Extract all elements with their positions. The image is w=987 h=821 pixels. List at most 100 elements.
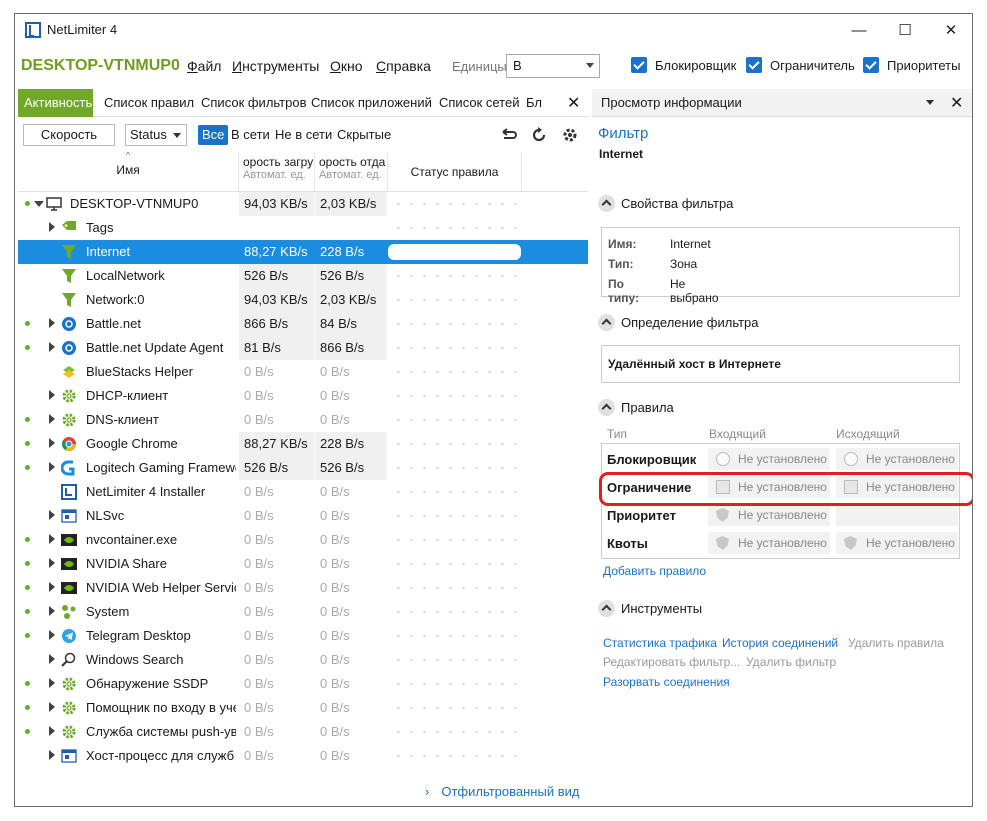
online-dot-icon [25, 609, 30, 614]
rule-incoming[interactable]: Не установлено [708, 532, 830, 554]
menu-help[interactable]: Справка [376, 58, 431, 74]
tab-activity[interactable]: Активность [18, 89, 93, 117]
filter-offline[interactable]: Не в сети [271, 125, 336, 145]
table-row[interactable]: DHCP-клиент 0 B/s 0 B/s [18, 384, 588, 408]
close-icon[interactable]: ✕ [950, 93, 963, 113]
table-row[interactable]: System 0 B/s 0 B/s [18, 600, 588, 624]
expand-icon[interactable] [49, 558, 55, 568]
table-row[interactable]: Windows Search 0 B/s 0 B/s [18, 648, 588, 672]
edit-filter-link[interactable]: Редактировать фильтр... [603, 655, 740, 669]
limiter-toggle[interactable]: Ограничитель [746, 57, 855, 73]
menu-window[interactable]: Окно [330, 58, 363, 74]
expand-icon[interactable] [49, 318, 55, 328]
section-filter-props[interactable]: Свойства фильтра [598, 195, 733, 212]
column-download[interactable]: орость загру Автомат. ед. [239, 152, 315, 192]
row-upload: 2,03 KB/s [315, 288, 387, 312]
table-row[interactable]: Logitech Gaming Framewor 526 B/s 526 B/s [18, 456, 588, 480]
add-rule-link[interactable]: Добавить правило [603, 564, 706, 578]
chevron-down-icon[interactable] [926, 100, 934, 105]
rule-incoming[interactable]: Не установлено [708, 504, 830, 526]
expand-icon[interactable] [49, 726, 55, 736]
table-row[interactable]: nvcontainer.exe 0 B/s 0 B/s [18, 528, 588, 552]
speed-button[interactable]: Скорость [23, 124, 115, 146]
table-row[interactable]: Помощник по входу в учет 0 B/s 0 B/s [18, 696, 588, 720]
expand-icon[interactable] [49, 606, 55, 616]
tab-rules[interactable]: Список правил [98, 89, 200, 117]
filter-hidden[interactable]: Скрытые [333, 125, 395, 145]
table-row[interactable]: Network:0 94,03 KB/s 2,03 KB/s [18, 288, 588, 312]
table-row[interactable]: Обнаружение SSDP 0 B/s 0 B/s [18, 672, 588, 696]
rule-outgoing[interactable] [836, 504, 958, 526]
table-row[interactable]: NVIDIA Web Helper Service 0 B/s 0 B/s [18, 576, 588, 600]
menu-file[interactable]: Файл [187, 58, 221, 74]
table-row[interactable]: DNS-клиент 0 B/s 0 B/s [18, 408, 588, 432]
expand-icon[interactable] [49, 750, 55, 760]
column-name[interactable]: ^ Имя [18, 152, 239, 192]
units-select[interactable]: B [506, 54, 600, 78]
refresh-icon[interactable] [530, 126, 548, 144]
delete-filter-link[interactable]: Удалить фильтр [746, 655, 836, 669]
rule-outgoing[interactable]: Не установлено [836, 448, 958, 470]
blocker-toggle[interactable]: Блокировщик [631, 57, 736, 73]
expand-icon[interactable] [49, 678, 55, 688]
expand-icon[interactable] [49, 654, 55, 664]
column-rule-status[interactable]: Статус правила [388, 152, 522, 192]
table-row[interactable]: Telegram Desktop 0 B/s 0 B/s [18, 624, 588, 648]
disconnect-link[interactable]: Разорвать соединения [603, 675, 730, 689]
expand-icon[interactable] [49, 510, 55, 520]
maximize-button[interactable]: ☐ [882, 14, 928, 46]
expand-icon[interactable] [49, 222, 55, 232]
table-row[interactable]: DESKTOP-VTNMUP0 94,03 KB/s 2,03 KB/s [18, 192, 588, 216]
priorities-toggle[interactable]: Приоритеты [863, 57, 960, 73]
expand-icon[interactable] [49, 462, 55, 472]
table-row[interactable]: NLSvc 0 B/s 0 B/s [18, 504, 588, 528]
table-row[interactable]: Google Chrome 88,27 KB/s 228 B/s [18, 432, 588, 456]
minimize-button[interactable]: — [836, 14, 882, 46]
rules-col-type: Тип [607, 427, 628, 441]
table-row[interactable]: Tags [18, 216, 588, 240]
rule-incoming[interactable]: Не установлено [708, 448, 830, 470]
filtered-view-link[interactable]: › Отфильтрованный вид [425, 784, 579, 799]
section-tools[interactable]: Инструменты [598, 600, 702, 617]
expand-icon[interactable] [49, 702, 55, 712]
section-filter-def[interactable]: Определение фильтра [598, 314, 759, 331]
tab-apps[interactable]: Список приложений [305, 89, 438, 117]
filter-all[interactable]: Все [198, 125, 229, 145]
expand-icon[interactable] [49, 534, 55, 544]
table-row[interactable]: Служба системы push-увед 0 B/s 0 B/s [18, 720, 588, 744]
tab-filters[interactable]: Список фильтров [195, 89, 313, 117]
expand-icon[interactable] [34, 201, 44, 207]
table-row[interactable]: Battle.net Update Agent 81 B/s 866 B/s [18, 336, 588, 360]
table-row[interactable]: Battle.net 866 B/s 84 B/s [18, 312, 588, 336]
close-icon[interactable]: ✕ [567, 93, 580, 113]
status-select[interactable]: Status [125, 124, 187, 146]
row-download: 0 B/s [244, 508, 274, 523]
close-button[interactable]: ✕ [928, 14, 972, 46]
table-row[interactable]: BlueStacks Helper 0 B/s 0 B/s [18, 360, 588, 384]
settings-gear-icon[interactable] [561, 126, 579, 144]
expand-icon[interactable] [49, 438, 55, 448]
table-row[interactable]: LocalNetwork 526 B/s 526 B/s [18, 264, 588, 288]
table-row[interactable]: NVIDIA Share 0 B/s 0 B/s [18, 552, 588, 576]
column-upload[interactable]: орость отда Автомат. ед. [315, 152, 388, 192]
connection-history-link[interactable]: История соединений [722, 636, 838, 650]
tab-networks[interactable]: Список сетей [433, 89, 525, 117]
table-row[interactable]: Хост-процесс для служб W 0 B/s 0 B/s [18, 744, 588, 768]
filter-online[interactable]: В сети [227, 125, 274, 145]
expand-icon[interactable] [49, 582, 55, 592]
row-rule-status [388, 700, 521, 716]
tab-blocker[interactable]: Бл [520, 89, 548, 117]
undo-icon[interactable] [501, 128, 517, 142]
menu-tools[interactable]: Инструменты [232, 58, 319, 74]
table-row[interactable]: NetLimiter 4 Installer 0 B/s 0 B/s [18, 480, 588, 504]
delete-rules-link[interactable]: Удалить правила [848, 636, 944, 650]
rule-outgoing[interactable]: Не установлено [836, 532, 958, 554]
expand-icon[interactable] [49, 390, 55, 400]
expand-icon[interactable] [49, 630, 55, 640]
table-row[interactable]: Internet 88,27 KB/s 228 B/s [18, 240, 588, 264]
expand-icon[interactable] [49, 342, 55, 352]
section-rules[interactable]: Правила [598, 399, 674, 416]
traffic-stats-link[interactable]: Статистика трафика [603, 636, 717, 650]
telegram-icon [61, 628, 77, 644]
expand-icon[interactable] [49, 414, 55, 424]
